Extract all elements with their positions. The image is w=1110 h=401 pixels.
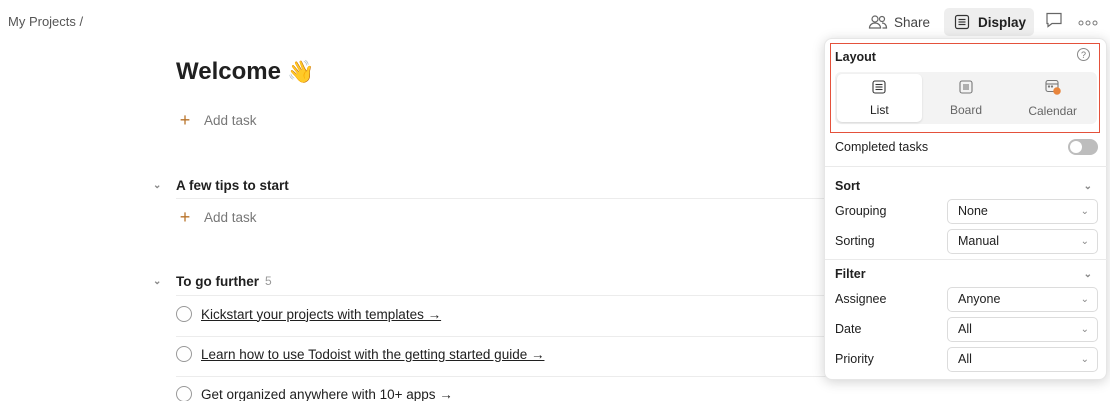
date-select[interactable]: All ⌄ bbox=[947, 316, 1098, 342]
help-icon[interactable]: ? bbox=[1077, 48, 1090, 61]
layout-option-calendar[interactable]: Calendar bbox=[1010, 74, 1095, 122]
section-header[interactable]: ⌄ To go further 5 bbox=[150, 269, 830, 293]
chevron-down-icon: ⌄ bbox=[1080, 235, 1089, 247]
filter-title: Filter bbox=[835, 267, 866, 281]
date-row: Date All ⌄ bbox=[835, 316, 1098, 342]
grouping-value: None bbox=[958, 204, 988, 218]
completed-tasks-row: Completed tasks bbox=[835, 137, 1098, 157]
section-add-task-button[interactable]: + Add task bbox=[178, 208, 257, 226]
divider bbox=[176, 295, 836, 296]
layout-option-label: Board bbox=[949, 102, 983, 117]
task-link[interactable]: Kickstart your projects with templates → bbox=[201, 307, 441, 322]
task-checkbox[interactable] bbox=[176, 306, 192, 322]
sorting-select[interactable]: Manual ⌄ bbox=[947, 228, 1098, 254]
task-checkbox[interactable] bbox=[176, 386, 192, 401]
divider bbox=[176, 376, 836, 377]
page-title: Welcome 👋 bbox=[176, 58, 314, 86]
layout-option-list[interactable]: List bbox=[837, 74, 922, 122]
list-icon bbox=[872, 79, 886, 97]
assignee-label: Assignee bbox=[835, 292, 887, 306]
sorting-row: Sorting Manual ⌄ bbox=[835, 228, 1098, 254]
grouping-select[interactable]: None ⌄ bbox=[947, 198, 1098, 224]
layout-selector: List Board Calendar bbox=[835, 72, 1097, 124]
share-label: Share bbox=[893, 14, 930, 30]
waving-hand-icon: 👋 bbox=[286, 59, 315, 84]
task-text[interactable]: Get organized anywhere with 10+ apps → bbox=[201, 387, 453, 401]
sort-header[interactable]: Sort ⌄ bbox=[835, 176, 1098, 196]
view-toolbar: Share Display bbox=[860, 8, 1102, 36]
chevron-down-icon: ⌄ bbox=[1080, 293, 1089, 305]
assignee-row: Assignee Anyone ⌄ bbox=[835, 286, 1098, 312]
display-options-panel: Layout ? List Board Calendar Completed t… bbox=[824, 38, 1108, 380]
list-view-icon bbox=[952, 12, 972, 32]
chevron-down-icon: ⌄ bbox=[1080, 353, 1089, 365]
task-row[interactable]: Get organized anywhere with 10+ apps → bbox=[176, 386, 453, 401]
divider bbox=[825, 259, 1108, 260]
layout-option-label: Calendar bbox=[1028, 103, 1078, 118]
completed-tasks-toggle[interactable] bbox=[1068, 139, 1098, 155]
assignee-value: Anyone bbox=[958, 292, 1001, 306]
chevron-down-icon[interactable]: ⌄ bbox=[150, 180, 176, 191]
add-task-button[interactable]: + Add task bbox=[178, 111, 257, 129]
task-link[interactable]: Learn how to use Todoist with the gettin… bbox=[201, 347, 544, 362]
plus-icon: + bbox=[179, 110, 191, 130]
section-header[interactable]: ⌄ A few tips to start bbox=[150, 173, 830, 197]
priority-row: Priority All ⌄ bbox=[835, 346, 1098, 372]
task-checkbox[interactable] bbox=[176, 346, 192, 362]
add-task-label: Add task bbox=[204, 112, 257, 128]
divider bbox=[176, 336, 836, 337]
plus-icon: + bbox=[179, 207, 191, 227]
comment-icon bbox=[1045, 11, 1063, 34]
comments-button[interactable] bbox=[1040, 8, 1068, 36]
task-row[interactable]: Learn how to use Todoist with the gettin… bbox=[176, 346, 544, 362]
share-button[interactable]: Share bbox=[860, 8, 938, 36]
grouping-row: Grouping None ⌄ bbox=[835, 198, 1098, 224]
board-icon bbox=[959, 79, 973, 97]
display-button[interactable]: Display bbox=[943, 8, 1034, 36]
people-icon bbox=[868, 12, 888, 32]
priority-label: Priority bbox=[835, 352, 874, 366]
display-label: Display bbox=[977, 14, 1026, 30]
section-title: A few tips to start bbox=[176, 177, 289, 193]
chevron-down-icon[interactable]: ⌄ bbox=[150, 276, 176, 287]
completed-tasks-label: Completed tasks bbox=[835, 140, 929, 154]
page-title-text: Welcome bbox=[176, 58, 281, 85]
grouping-label: Grouping bbox=[835, 204, 887, 218]
layout-option-board[interactable]: Board bbox=[924, 74, 1009, 122]
calendar-icon bbox=[1045, 79, 1061, 98]
task-count: 5 bbox=[264, 274, 272, 288]
layout-title: Layout bbox=[835, 50, 876, 64]
sorting-label: Sorting bbox=[835, 234, 875, 248]
chevron-down-icon: ⌄ bbox=[1083, 180, 1092, 192]
priority-select[interactable]: All ⌄ bbox=[947, 346, 1098, 372]
project-content: Welcome 👋 + Add task ⌄ A few tips to sta… bbox=[0, 0, 836, 401]
add-task-label: Add task bbox=[204, 209, 257, 225]
assignee-select[interactable]: Anyone ⌄ bbox=[947, 286, 1098, 312]
section-title: To go further bbox=[176, 273, 259, 289]
task-row[interactable]: Kickstart your projects with templates → bbox=[176, 306, 441, 322]
date-value: All bbox=[958, 322, 972, 336]
divider bbox=[825, 166, 1108, 167]
more-options-button[interactable] bbox=[1074, 8, 1102, 36]
sort-title: Sort bbox=[835, 179, 860, 193]
filter-header[interactable]: Filter ⌄ bbox=[835, 264, 1098, 284]
layout-option-label: List bbox=[869, 102, 889, 117]
chevron-down-icon: ⌄ bbox=[1080, 323, 1089, 335]
divider bbox=[176, 198, 836, 199]
sorting-value: Manual bbox=[958, 234, 999, 248]
more-icon bbox=[1078, 13, 1098, 31]
priority-value: All bbox=[958, 352, 972, 366]
chevron-down-icon: ⌄ bbox=[1080, 205, 1089, 217]
date-label: Date bbox=[835, 322, 862, 336]
chevron-down-icon: ⌄ bbox=[1083, 268, 1092, 280]
